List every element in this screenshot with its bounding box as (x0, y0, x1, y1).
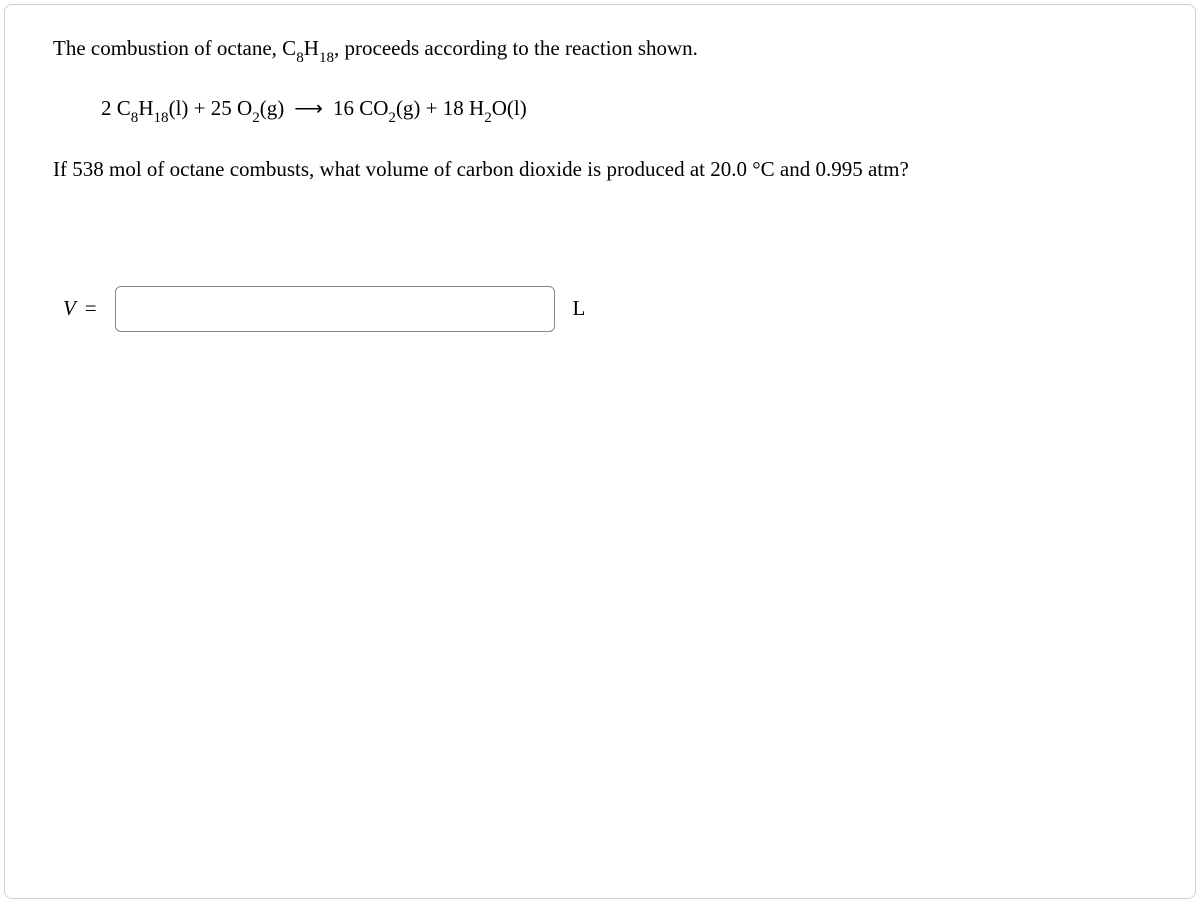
answer-variable-label: V = (63, 296, 97, 321)
answer-input[interactable] (115, 286, 555, 332)
intro-sub1: 8 (296, 50, 304, 66)
eq-s1: 8 (131, 110, 139, 126)
eq-s6: 2 (484, 110, 492, 126)
eq-c5: 16 CO (333, 96, 388, 120)
eq-c3: (l) + 25 O (169, 96, 253, 120)
variable-name: V (63, 296, 75, 320)
intro-prefix: The combustion of octane, C (53, 36, 296, 60)
eq-c1: 2 C (101, 96, 131, 120)
intro-suffix: , proceeds according to the reaction sho… (334, 36, 698, 60)
arrow-icon: ⟶ (294, 93, 323, 125)
chemical-equation: 2 C8H18(l) + 25 O2(g)⟶16 CO2(g) + 18 H2O… (101, 92, 1147, 128)
eq-c7: O(l) (492, 96, 527, 120)
eq-s3: 2 (252, 110, 260, 126)
eq-s5: 2 (388, 110, 396, 126)
eq-c4: (g) (260, 96, 285, 120)
intro-sub2: 18 (319, 50, 334, 66)
equals-sign: = (85, 296, 97, 320)
eq-c6: (g) + 18 H (396, 96, 484, 120)
eq-s2: 18 (154, 110, 169, 126)
answer-row: V = L (63, 286, 1147, 332)
intro-text: The combustion of octane, C8H18, proceed… (53, 33, 1147, 68)
intro-mid1: H (304, 36, 319, 60)
unit-label: L (573, 296, 586, 321)
question-text: If 538 mol of octane combusts, what volu… (53, 154, 1147, 186)
eq-c2: H (138, 96, 153, 120)
question-card: The combustion of octane, C8H18, proceed… (4, 4, 1196, 899)
